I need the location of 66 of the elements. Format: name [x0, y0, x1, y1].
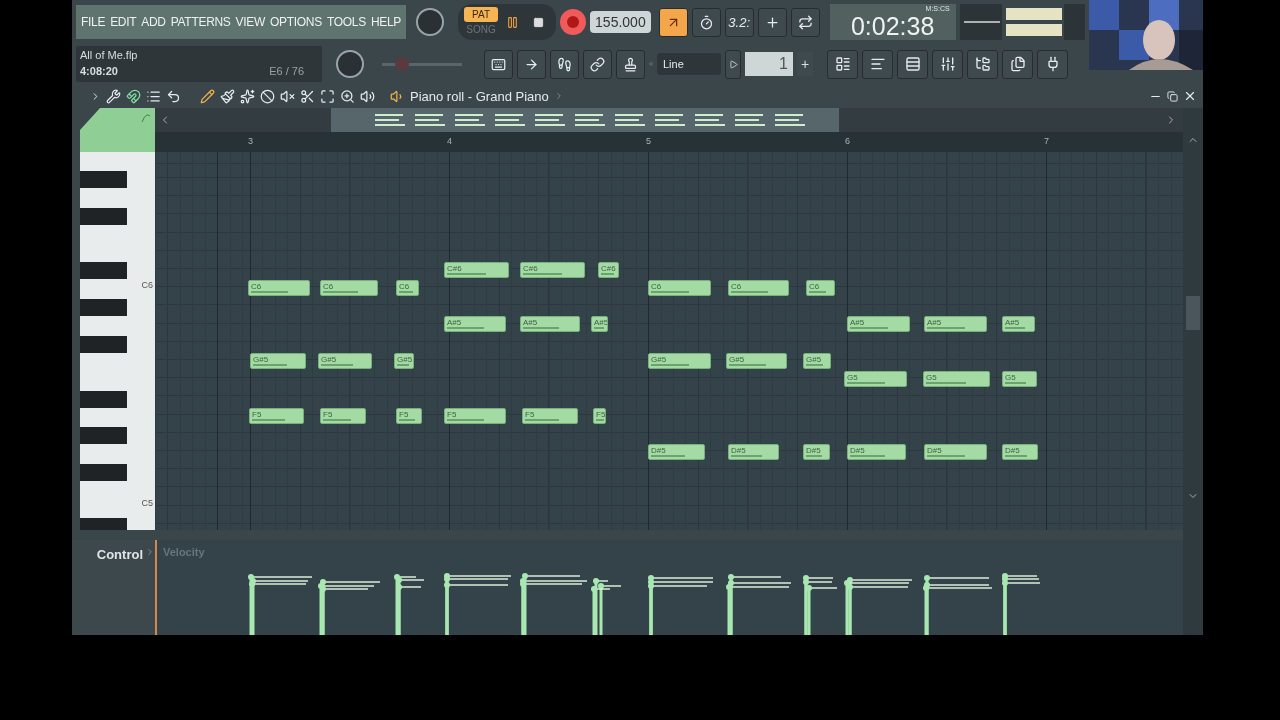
window-title: Piano roll - Grand Piano [410, 88, 549, 104]
note-block[interactable]: C6 [396, 280, 419, 296]
note-block[interactable]: C6 [728, 280, 789, 296]
note-block[interactable]: G#5 [803, 353, 831, 369]
note-block[interactable]: F5 [444, 408, 506, 424]
note-block[interactable]: A#5 [444, 316, 506, 332]
note-block[interactable]: D#5 [648, 444, 705, 460]
mode-toggle[interactable]: PAT [464, 7, 499, 22]
note-block[interactable]: A#5 [520, 316, 580, 332]
bar-number: 5 [646, 136, 651, 146]
note-block[interactable]: G#5 [394, 353, 414, 369]
menu-item[interactable]: VIEW [235, 15, 266, 29]
add-pattern-button[interactable]: + [797, 52, 813, 76]
menu-item[interactable]: FILE [81, 15, 106, 29]
note-block[interactable]: C6 [648, 280, 711, 296]
menu-item[interactable]: EDIT [110, 15, 137, 29]
tempo-field[interactable]: 155.000 [590, 11, 651, 33]
pattern-field[interactable]: 1 [745, 52, 793, 76]
time-text: 0:02:38 [850, 13, 935, 40]
note-block[interactable]: F5 [522, 408, 578, 424]
note-block[interactable]: C#6 [598, 262, 619, 278]
note-block[interactable]: D#5 [728, 444, 779, 460]
mode-toggle[interactable]: SONG [464, 22, 499, 37]
note-block[interactable]: A#5 [847, 316, 910, 332]
note-block[interactable]: G5 [844, 371, 907, 387]
note-block[interactable]: D#5 [1002, 444, 1038, 460]
note-block[interactable]: C6 [806, 280, 835, 296]
bar-number: 7 [1044, 136, 1049, 146]
note-block[interactable]: F5 [396, 408, 422, 424]
menu-item[interactable]: OPTIONS [270, 15, 322, 29]
note-block[interactable]: D#5 [803, 444, 830, 460]
menu-item[interactable]: ADD [141, 15, 166, 29]
bar-number: 4 [447, 136, 452, 146]
menu-item[interactable]: HELP [370, 15, 402, 29]
note-block[interactable]: G#5 [318, 353, 372, 369]
note-grid[interactable]: C#6 C#6 C#6 C6 C6 C6 C6 C6 C6 A#5 A#5 A#5 A#5 A#5 A#5 G#5 G#5 G#5 G#5 G#5 G#5 G5 G5 G5 F5 F5 F5 F5 F5 F5 D#5 D#5 D#5 D#5 D#5 D#5 [155, 152, 1183, 530]
note-block[interactable]: F5 [249, 408, 304, 424]
project-length: 4:08:20 [80, 65, 118, 77]
note-block[interactable]: C#6 [444, 262, 509, 278]
bar-number: 6 [845, 136, 850, 146]
note-block[interactable]: C6 [248, 280, 310, 296]
project-file: All of Me.flp [80, 49, 138, 61]
snap-button[interactable]: 3.2: [724, 7, 754, 37]
note-block[interactable]: G#5 [726, 353, 787, 369]
bar-ruler[interactable]: 3 4 5 6 7 [155, 132, 1183, 152]
note-block[interactable]: G#5 [250, 353, 306, 369]
note-block[interactable]: C#6 [520, 262, 585, 278]
note-block[interactable]: G5 [1002, 371, 1037, 387]
note-block[interactable]: D#5 [924, 444, 987, 460]
menu-item[interactable]: TOOLS [326, 15, 366, 29]
note-block[interactable]: D#5 [847, 444, 906, 460]
note-block[interactable]: A#5 [591, 316, 608, 332]
snap-dropdown[interactable]: Line [657, 53, 721, 75]
note-info: E6 / 76 [269, 65, 304, 77]
note-block[interactable]: F5 [593, 408, 606, 424]
bar-number: 3 [248, 136, 253, 146]
note-block[interactable]: G#5 [648, 353, 711, 369]
note-block[interactable]: A#5 [924, 316, 987, 332]
menu-item[interactable]: PATTERNS [170, 15, 231, 29]
note-block[interactable]: C6 [320, 280, 378, 296]
note-block[interactable]: A#5 [1002, 316, 1035, 332]
note-block[interactable]: F5 [320, 408, 366, 424]
key-label: C5 [141, 498, 153, 508]
control-label[interactable]: Control [96, 547, 143, 562]
note-block[interactable]: G5 [923, 371, 990, 387]
key-label: C6 [141, 280, 153, 290]
